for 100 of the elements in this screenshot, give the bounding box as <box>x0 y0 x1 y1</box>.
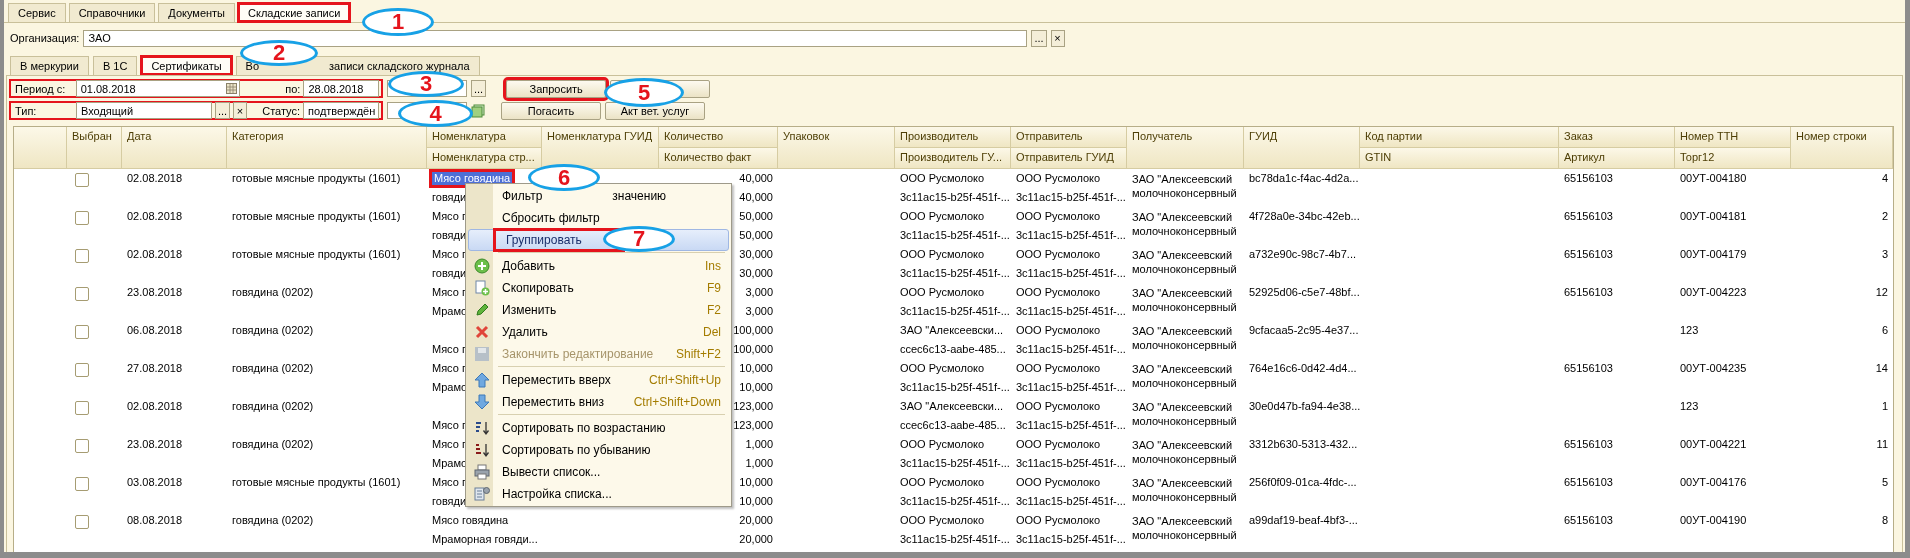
checkbox[interactable] <box>75 401 89 415</box>
clear-button[interactable]: × <box>233 102 248 119</box>
quantity-cell-text: 1,000 <box>745 456 773 471</box>
column-header[interactable]: Номенклатура <box>427 127 542 148</box>
tab[interactable]: В 1С <box>92 56 138 75</box>
field-label: Тип: <box>15 104 38 117</box>
ttn-cell-text: 123 <box>1680 399 1699 414</box>
date-field[interactable]: 01.08.2018 <box>75 80 240 97</box>
column-header[interactable]: Номер строки <box>1791 127 1893 169</box>
copy-icon[interactable] <box>471 103 485 118</box>
column-header[interactable]: Отправитель ГУИД <box>1011 148 1127 169</box>
ttn-cell-text: 00УТ-004179 <box>1680 247 1747 262</box>
menu-item[interactable]: Сортировать по возрастанию <box>468 417 729 439</box>
category-cell-text: говядина (0202) <box>232 437 314 452</box>
type-field[interactable]: Входящий <box>75 102 212 119</box>
choose-button[interactable]: ... <box>1031 29 1047 47</box>
guid-cell-text: 30e0d47b-fa94-4e38... <box>1249 399 1361 414</box>
sender-cell-text: ООО Русмолоко <box>1016 513 1101 528</box>
column-header[interactable]: Количество <box>659 127 778 148</box>
sort-descending-icon <box>474 442 490 458</box>
menu-item[interactable]: Настройка списка... <box>468 483 729 505</box>
guid-cell-text: a732e90c-98c7-4b7... <box>1249 247 1357 262</box>
delete-icon <box>474 324 490 340</box>
producer-guid-cell-text: ccec6c13-aabe-485... <box>900 342 1006 357</box>
sender-guid-cell-text: 3c11ac15-b25f-451f-... <box>1016 304 1126 319</box>
guid-cell-text: 3312b630-5313-432... <box>1249 437 1358 452</box>
column-header[interactable]: ГУИД <box>1244 127 1360 169</box>
column-header[interactable]: Выбран <box>67 127 122 169</box>
column-header[interactable]: GTIN <box>1360 148 1559 169</box>
sender-guid-cell-text: 3c11ac15-b25f-451f-... <box>1016 342 1126 357</box>
guid-cell-text: a99daf19-beaf-4bf3-... <box>1249 513 1358 528</box>
column-header[interactable]: Получатель <box>1127 127 1244 169</box>
menu-item[interactable]: Изменить F2 <box>468 299 729 321</box>
ttn-cell-text: 00УТ-004190 <box>1680 513 1747 528</box>
arrow-up-icon <box>474 372 490 388</box>
field-label: Период с: <box>15 82 67 95</box>
producer-guid-cell-text: 3c11ac15-b25f-451f-... <box>900 190 1010 205</box>
checkbox[interactable] <box>75 287 89 301</box>
producer-cell-text: ООО Русмолоко <box>900 437 985 452</box>
tab[interactable]: Справочники <box>68 3 156 22</box>
column-header[interactable]: Номер ТТН <box>1675 127 1791 148</box>
checkbox[interactable] <box>75 477 89 491</box>
menu-item[interactable]: Вывести список... <box>468 461 729 483</box>
field-label: Статус: <box>261 104 301 117</box>
column-header[interactable]: Дата <box>122 127 227 169</box>
menu-item[interactable]: Сбросить фильтр <box>468 207 729 229</box>
header-cell <box>14 127 67 169</box>
menu-item[interactable]: Переместить вверх Ctrl+Shift+Up <box>468 369 729 391</box>
menu-item[interactable]: Удалить Del <box>468 321 729 343</box>
status-field[interactable]: подтверждён <box>303 102 379 119</box>
line-number-cell-text: 1 <box>1881 399 1888 414</box>
date-field[interactable]: 28.08.2018 <box>303 80 379 97</box>
recipient-cell-text: ЗАО "Алексеевский молочноконсервный <box>1131 248 1238 277</box>
checkbox[interactable] <box>75 211 89 225</box>
column-header[interactable]: Торг12 <box>1675 148 1791 169</box>
menu-item[interactable]: Добавить Ins <box>468 255 729 277</box>
column-header[interactable]: Артикул <box>1559 148 1675 169</box>
order-cell-text: 65156103 <box>1564 361 1613 376</box>
choose-button[interactable]: ... <box>214 102 231 119</box>
recipient-cell-text: ЗАО "Алексеевский молочноконсервный <box>1131 514 1238 543</box>
column-header[interactable]: Производитель <box>895 127 1011 148</box>
menu-item[interactable]: Скопировать F9 <box>468 277 729 299</box>
column-header[interactable]: Отправитель <box>1011 127 1127 148</box>
checkbox[interactable] <box>75 173 89 187</box>
checkbox[interactable] <box>75 515 89 529</box>
date-cell-text: 02.08.2018 <box>127 247 183 262</box>
calendar-icon[interactable] <box>225 83 237 94</box>
date-cell-text: 23.08.2018 <box>127 437 183 452</box>
request-button[interactable]: Запросить <box>506 79 607 98</box>
clear-button[interactable]: × <box>1050 29 1065 47</box>
recipient-cell-text: ЗАО "Алексеевский молочноконсервный <box>1131 172 1238 201</box>
menu-item[interactable]: Переместить вниз Ctrl+Shift+Down <box>468 391 729 413</box>
column-header[interactable]: Номенклатура ГУИД <box>542 127 659 169</box>
recipient-cell-text: ЗАО "Алексеевский молочноконсервный <box>1131 210 1238 239</box>
tab[interactable]: В меркурии <box>10 56 89 75</box>
column-header[interactable]: Производитель ГУ... <box>895 148 1011 169</box>
tab[interactable]: Сертификаты <box>141 56 232 75</box>
tab[interactable]: Складские записи <box>238 3 351 22</box>
checkbox[interactable] <box>75 363 89 377</box>
tab[interactable]: Сервис <box>8 3 66 22</box>
producer-guid-cell-text: 3c11ac15-b25f-451f-... <box>900 456 1010 471</box>
checkbox[interactable] <box>75 439 89 453</box>
producer-cell-text: ЗАО "Алексеевски... <box>900 399 1004 414</box>
menu-item[interactable]: Сортировать по убыванию <box>468 439 729 461</box>
column-header[interactable]: Код партии <box>1360 127 1559 148</box>
guid-cell-text: 52925d06-c5e7-48bf... <box>1249 285 1360 300</box>
nomenclature-cell[interactable]: Мясо говядина <box>429 511 512 530</box>
checkbox[interactable] <box>75 325 89 339</box>
column-header[interactable]: Категория <box>227 127 427 169</box>
column-header[interactable]: Заказ <box>1559 127 1675 148</box>
nomenclature-cell-text: говяди <box>431 266 468 281</box>
column-header[interactable]: Количество факт <box>659 148 778 169</box>
action-button[interactable]: Погасить <box>501 101 601 120</box>
column-header[interactable]: Упаковок <box>778 127 895 169</box>
recipient-cell-text: ЗАО "Алексеевский молочноконсервный <box>1131 362 1238 391</box>
choose-button[interactable]: ... <box>471 80 487 97</box>
quantity-cell-text: 1,000 <box>745 437 773 452</box>
checkbox[interactable] <box>75 249 89 263</box>
tab[interactable]: Документы <box>158 3 235 22</box>
column-header[interactable]: Номенклатура стр... <box>427 148 542 169</box>
